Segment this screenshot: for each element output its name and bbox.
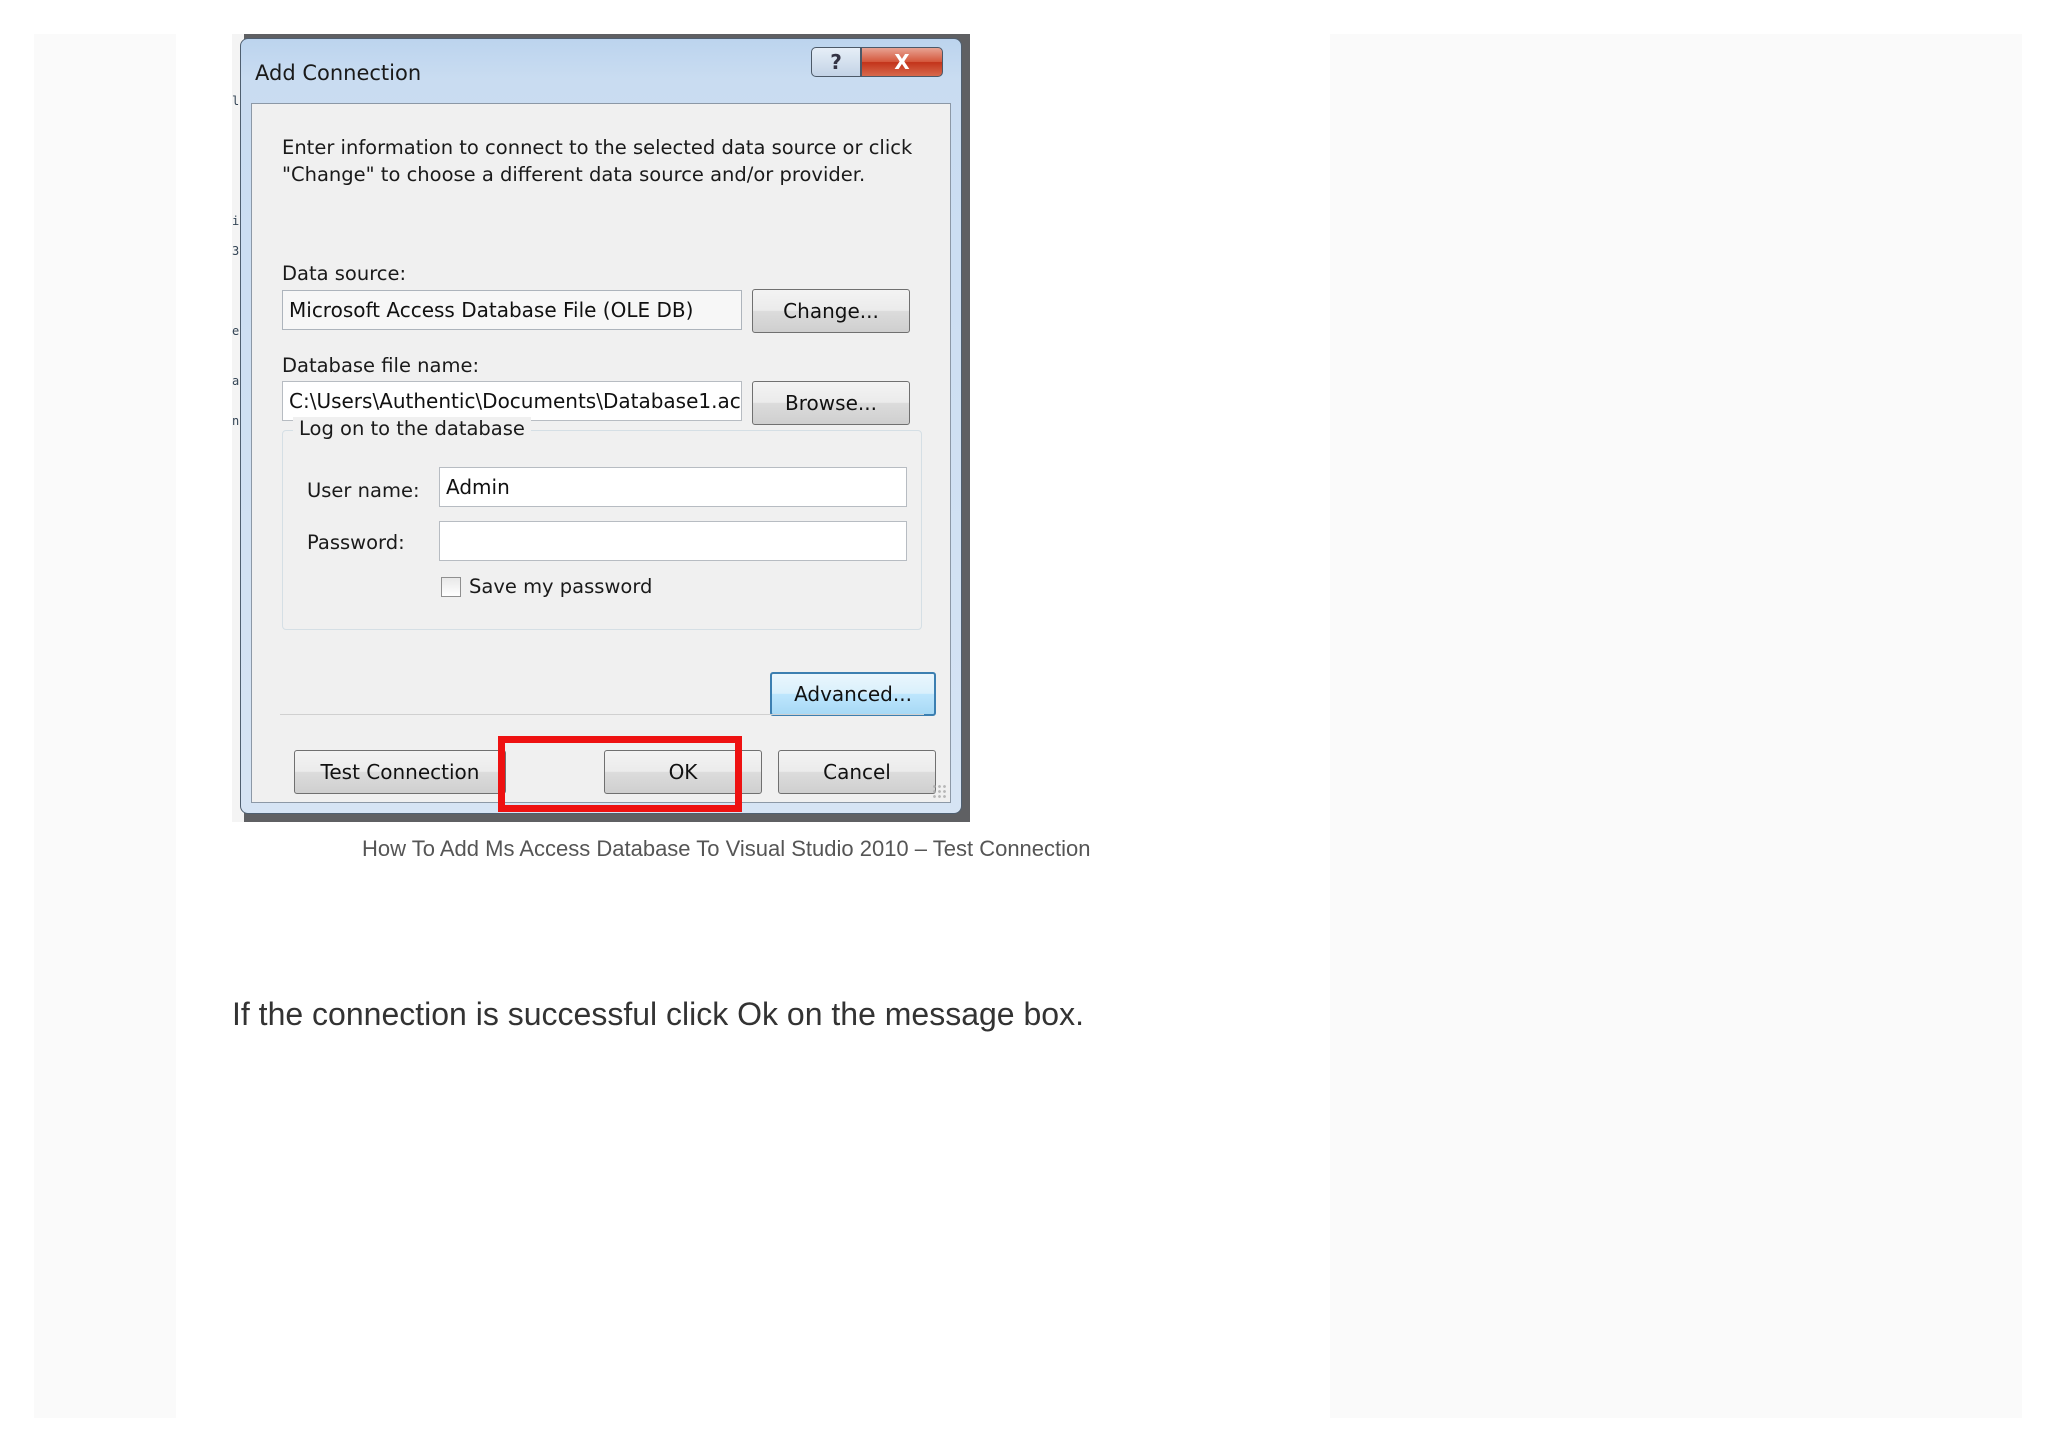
ok-button[interactable]: OK xyxy=(604,750,762,794)
data-source-label: Data source: xyxy=(282,262,407,285)
left-gutter xyxy=(34,34,176,1418)
password-label: Password: xyxy=(307,531,405,554)
database-file-input[interactable]: C:\Users\Authentic\Documents\Database1.a… xyxy=(282,381,742,421)
save-password-label: Save my password xyxy=(469,575,653,598)
browse-button[interactable]: Browse... xyxy=(752,381,910,425)
test-connection-button[interactable]: Test Connection xyxy=(294,750,506,794)
help-button[interactable]: ? xyxy=(811,47,861,77)
instructions-text: Enter information to connect to the sele… xyxy=(282,136,913,186)
advanced-button[interactable]: Advanced... xyxy=(770,672,936,716)
save-password-checkbox[interactable] xyxy=(441,577,461,597)
right-sidebar xyxy=(1330,34,2022,1418)
screenshot-figure: li3 ean Add Connection ? X Enter informa… xyxy=(232,34,970,822)
user-name-input[interactable]: Admin xyxy=(439,467,907,507)
database-file-label: Database file name: xyxy=(282,354,480,377)
close-icon: X xyxy=(894,50,910,74)
help-icon: ? xyxy=(830,50,842,74)
dialog-separator xyxy=(280,714,924,715)
change-button[interactable]: Change... xyxy=(752,289,910,333)
figure-caption: How To Add Ms Access Database To Visual … xyxy=(362,836,1091,861)
password-input[interactable] xyxy=(439,521,907,561)
logon-groupbox: Log on to the database User name: Admin … xyxy=(282,417,922,630)
cancel-button[interactable]: Cancel xyxy=(778,750,936,794)
user-name-label: User name: xyxy=(307,479,420,502)
resize-grip-icon[interactable] xyxy=(932,784,946,798)
close-button[interactable]: X xyxy=(861,47,943,77)
add-connection-dialog: Add Connection ? X Enter information to … xyxy=(240,38,962,814)
data-source-field[interactable]: Microsoft Access Database File (OLE DB) xyxy=(282,290,742,330)
dialog-body: Enter information to connect to the sele… xyxy=(251,103,951,803)
article-paragraph: If the connection is successful click Ok… xyxy=(232,996,1084,1032)
dialog-title: Add Connection xyxy=(255,61,422,85)
logon-group-label: Log on to the database xyxy=(293,417,531,440)
